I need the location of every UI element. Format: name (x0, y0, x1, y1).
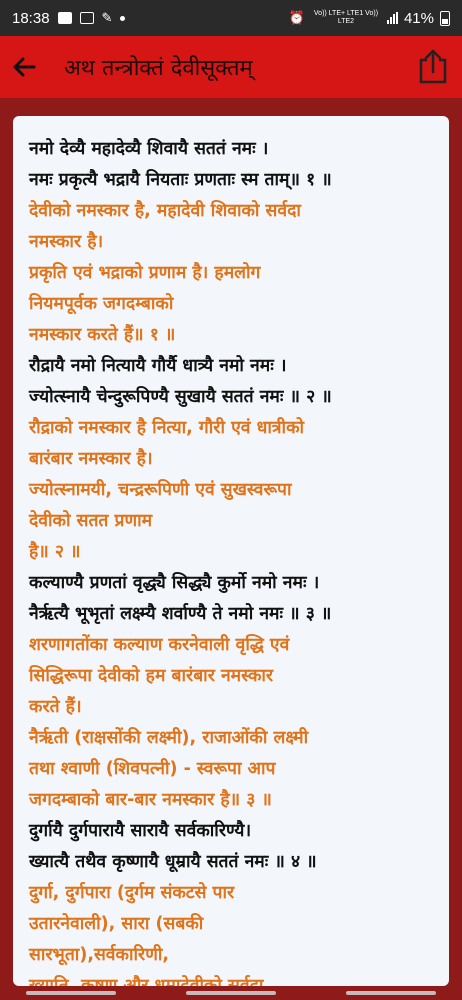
translation-line: ज्योत्स्नामयी, चन्द्ररूपिणी एवं सुखस्वरू… (29, 480, 292, 500)
arrow-left-icon (13, 57, 36, 77)
page-title: अथ तन्त्रोक्तं देवीसूक्तम् (64, 56, 253, 81)
battery-icon (440, 10, 450, 26)
verse-line: ख्यात्यै तथैव कृष्णायै धूम्रायै सततं नमः… (29, 852, 317, 872)
translation-line: नियमपूर्वक जगदम्बाको (29, 294, 174, 314)
back-button[interactable] (0, 36, 48, 98)
system-nav-bar (0, 986, 462, 1000)
image-notification-icon (57, 12, 72, 24)
translation-line: नैर्ऋती (राक्षसोंकी लक्ष्मी), राजाओंकी ल… (29, 728, 309, 748)
translation-line: नमस्कार करते हैं॥ १ ॥ (29, 325, 176, 345)
nav-back-button[interactable] (346, 991, 436, 995)
status-right: ⏰ Vo)) LTE+ LTE1 Vo)) LTE2 41% (289, 10, 450, 27)
translation-line: रौद्राको नमस्कार है नित्या, गौरी एवं धात… (29, 418, 305, 438)
translation-line: देवीको सतत प्रणाम (29, 511, 153, 531)
translation-line: तथा श्वाणी (शिवपत्नी) - स्वरूपा आप (29, 759, 276, 779)
signal-icon (386, 12, 398, 24)
translation-line: दुर्गा, दुर्गपारा (दुर्गम संकटसे पार (29, 883, 235, 903)
translation-line: है॥ २ ॥ (29, 542, 81, 562)
app-notification-icon (79, 12, 94, 24)
translation-line: नमस्कार है। (29, 232, 104, 252)
clock: 18:38 (12, 9, 50, 27)
verse-line: रौद्रायै नमो नित्यायै गौर्यै धात्र्यै नम… (29, 356, 287, 376)
share-button[interactable] (418, 48, 448, 84)
verse-card[interactable]: नमो देव्यै महादेव्यै शिवायै सततं नमः । न… (13, 116, 449, 986)
verse-line: नैर्ऋत्यै भूभृतां लक्ष्म्यै शर्वाण्यै ते… (29, 604, 332, 624)
translation-line: शरणागतोंका कल्याण करनेवाली वृद्धि एवं (29, 635, 290, 655)
alarm-icon: ⏰ (288, 10, 305, 25)
more-notifications-icon (120, 15, 126, 21)
verse-line: ज्योत्स्नायै चेन्दुरूपिण्यै सुखायै सततं … (29, 387, 332, 407)
app-bar: अथ तन्त्रोक्तं देवीसूक्तम् (0, 36, 462, 98)
verse-line: कल्याण्यै प्रणतां वृद्ध्यै सिद्ध्यै कुर्… (29, 573, 320, 593)
status-bar: 18:38 ✎ ⏰ Vo)) LTE+ LTE1 Vo)) LTE2 41% (0, 0, 462, 36)
network-label: Vo)) LTE+ LTE1 Vo)) LTE2 (313, 10, 379, 25)
translation-line: बारंबार नमस्कार है। (29, 449, 153, 469)
battery-percent: 41% (403, 9, 434, 27)
translation-line: करते हैं। (29, 697, 82, 717)
status-left: 18:38 ✎ (12, 9, 126, 27)
tools-notification-icon: ✎ (101, 10, 113, 25)
translation-line: प्रकृति एवं भद्राको प्रणाम है। हमलोग (29, 263, 261, 283)
verse-line: दुर्गायै दुर्गपारायै सारायै सर्वकारिण्यै… (29, 821, 252, 841)
share-icon (419, 49, 447, 84)
translation-line: सिद्धिरूपा देवीको हम बारंबार नमस्कार (29, 666, 274, 686)
verse-line: नमः प्रकृत्यै भद्रायै नियताः प्रणताः स्म… (29, 170, 332, 190)
translation-line: उतारनेवाली), सारा (सबकी (29, 914, 204, 934)
translation-line: देवीको नमस्कार है, महादेवी शिवाको सर्वदा (29, 201, 301, 221)
nav-home-button[interactable] (186, 991, 276, 995)
translation-line: ख्याति, कृष्णा और धूम्रादेवीको सर्वदा (29, 976, 264, 986)
translation-line: सारभूता),सर्वकारिणी, (29, 945, 170, 965)
nav-recents-button[interactable] (26, 991, 116, 995)
translation-line: जगदम्बाको बार-बार नमस्कार है॥ ३ ॥ (29, 790, 272, 810)
verse-line: नमो देव्यै महादेव्यै शिवायै सततं नमः । (29, 139, 269, 159)
